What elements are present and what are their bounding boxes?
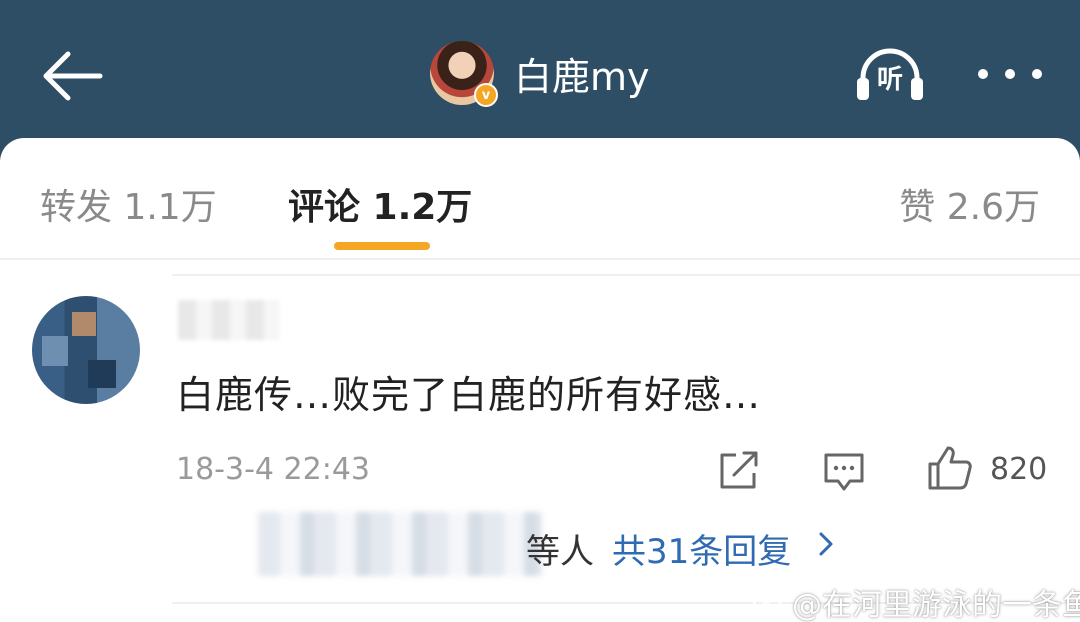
watermark-text: @在河里游泳的一条鱼 [792,588,1080,622]
share-icon[interactable] [716,449,760,493]
like-count: 820 [990,452,1048,487]
weibo-icon [752,590,786,616]
verified-badge: v [474,83,498,107]
active-tab-indicator [334,242,430,250]
sub-reply-names-blurred[interactable] [258,512,542,576]
tab-comments[interactable]: 评论 1.2万 [288,178,472,230]
more-dots-icon[interactable] [978,62,1042,86]
tab-repost[interactable]: 转发 1.1万 [40,178,217,230]
listen-icon[interactable]: 听 [855,44,925,104]
chevron-right-icon[interactable] [814,530,838,558]
comment-text: 白鹿传…败完了白鹿的所有好感… [176,373,762,417]
tab-likes[interactable]: 赞 2.6万 [899,178,1040,230]
top-bar: v 白鹿my 听 [0,0,1080,160]
watermark: @在河里游泳的一条鱼 [752,580,1080,622]
page-title: 白鹿my [514,54,650,99]
view-replies-link[interactable]: 共31条回复 [612,524,791,573]
avatar[interactable]: v [430,41,498,107]
commenter-name-blurred[interactable] [178,300,280,340]
listen-label: 听 [877,65,903,95]
comment-timestamp: 18-3-4 22:43 [176,452,370,487]
commenter-avatar[interactable] [32,296,140,404]
like-thumb-icon[interactable] [926,444,972,492]
back-arrow-icon[interactable] [38,48,104,104]
divider [172,274,1080,276]
sub-reply-suffix: 等人 [526,532,594,572]
profile-header[interactable]: v 白鹿my [430,40,650,107]
tab-bar: 转发 1.1万 评论 1.2万 赞 2.6万 [0,138,1080,260]
reply-icon[interactable] [822,449,866,493]
